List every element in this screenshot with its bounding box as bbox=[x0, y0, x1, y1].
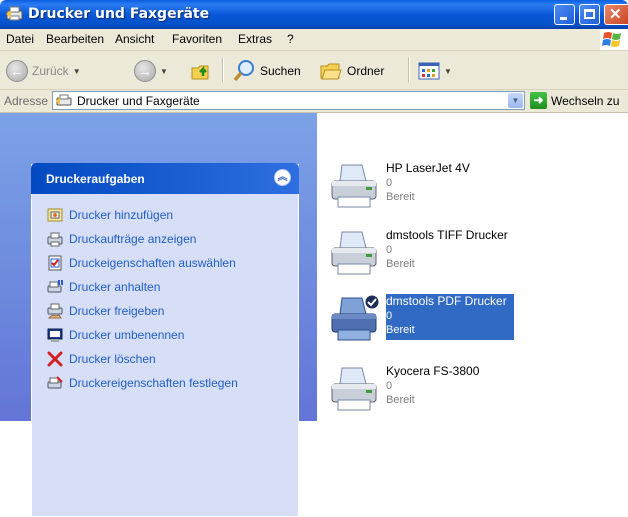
print-preferences-icon bbox=[48, 255, 62, 271]
printer-tasks-title: Druckeraufgaben bbox=[46, 172, 145, 186]
task-label: Drucker hinzufügen bbox=[69, 208, 174, 222]
go-label: Wechseln zu bbox=[551, 93, 620, 108]
task-rename-printer[interactable]: Drucker umbenennen bbox=[47, 327, 184, 343]
go-button[interactable]: ➜ Wechseln zu bbox=[530, 92, 619, 109]
task-label: Drucker löschen bbox=[69, 352, 156, 366]
printer-icon bbox=[331, 367, 377, 411]
folders-icon bbox=[320, 63, 342, 80]
task-label: Drucker freigeben bbox=[69, 304, 165, 318]
menu-bearbeiten[interactable]: Bearbeiten bbox=[46, 32, 104, 46]
printer-name: dmstools TIFF Drucker bbox=[386, 228, 508, 242]
title-bar[interactable]: Drucker und Faxgeräte ✕ bbox=[0, 0, 628, 29]
share-printer-icon bbox=[47, 303, 63, 319]
task-label: Drucker umbenennen bbox=[69, 328, 185, 342]
back-arrow-icon: ← bbox=[6, 60, 28, 82]
printer-folder-icon bbox=[6, 6, 23, 21]
menu-favoriten[interactable]: Favoriten bbox=[172, 32, 222, 46]
forward-button[interactable]: → ▼ bbox=[134, 59, 168, 83]
delete-icon bbox=[47, 351, 63, 367]
pause-printer-icon bbox=[47, 280, 63, 293]
back-button[interactable]: ← Zurück ▼ bbox=[6, 59, 81, 83]
menu-datei[interactable]: Datei bbox=[6, 32, 34, 46]
maximize-button[interactable] bbox=[579, 4, 600, 25]
views-button[interactable]: ▼ bbox=[418, 59, 452, 83]
windows-flag-icon bbox=[602, 32, 621, 47]
window-title: Drucker und Faxgeräte bbox=[28, 6, 210, 22]
menu-help[interactable]: ? bbox=[287, 32, 294, 46]
task-pause-printer[interactable]: Drucker anhalten bbox=[47, 279, 160, 295]
task-delete-printer[interactable]: Drucker löschen bbox=[47, 351, 156, 367]
windows-logo bbox=[600, 29, 628, 50]
address-value: Drucker und Faxgeräte bbox=[77, 94, 200, 108]
task-label: Druckereigenschaften festlegen bbox=[69, 376, 238, 390]
address-dropdown-icon[interactable]: ▼ bbox=[508, 93, 523, 108]
printer-status: Bereit bbox=[386, 258, 415, 270]
task-label: Drucker anhalten bbox=[69, 280, 161, 294]
up-folder-button[interactable] bbox=[190, 59, 212, 83]
print-jobs-icon bbox=[47, 232, 63, 247]
rename-printer-icon bbox=[47, 328, 63, 342]
close-button[interactable]: ✕ bbox=[604, 4, 628, 25]
task-show-jobs[interactable]: Druckaufträge anzeigen bbox=[47, 231, 196, 247]
back-label: Zurück bbox=[32, 64, 69, 78]
task-share-printer[interactable]: Drucker freigeben bbox=[47, 303, 164, 319]
up-folder-icon bbox=[191, 65, 209, 80]
add-printer-icon bbox=[47, 208, 63, 222]
forward-dropdown-icon[interactable]: ▼ bbox=[160, 67, 168, 76]
printer-status: Bereit bbox=[386, 324, 415, 336]
address-bar: Adresse Drucker und Faxgeräte ▼ ➜ Wechse… bbox=[0, 90, 628, 113]
minimize-button[interactable] bbox=[554, 4, 575, 25]
printer-name: HP LaserJet 4V bbox=[386, 161, 470, 175]
views-icon bbox=[418, 62, 440, 80]
menu-extras[interactable]: Extras bbox=[238, 32, 272, 46]
close-icon: ✕ bbox=[609, 6, 622, 23]
toolbar: ← Zurück ▼ → ▼ Suchen Ordner ▼ bbox=[0, 51, 628, 90]
address-input[interactable]: Drucker und Faxgeräte ▼ bbox=[52, 91, 525, 110]
printer-status: Bereit bbox=[386, 191, 415, 203]
task-label: Druckeigenschaften auswählen bbox=[69, 256, 236, 270]
address-label: Adresse bbox=[4, 94, 49, 108]
search-label: Suchen bbox=[260, 64, 301, 78]
printer-item-selected[interactable]: dmstools PDF Drucker 0 Bereit bbox=[328, 294, 618, 360]
printer-item[interactable]: HP LaserJet 4V 0 Bereit bbox=[328, 161, 618, 227]
printer-name: dmstools PDF Drucker bbox=[386, 294, 507, 308]
back-dropdown-icon[interactable]: ▼ bbox=[73, 67, 81, 76]
printer-properties-icon bbox=[47, 376, 63, 389]
menu-bar: Datei Bearbeiten Ansicht Favoriten Extra… bbox=[0, 29, 628, 51]
printer-job-count: 0 bbox=[386, 244, 393, 256]
printer-icon bbox=[331, 231, 377, 275]
folders-label: Ordner bbox=[347, 64, 385, 78]
printer-icon bbox=[331, 294, 380, 341]
printer-icon bbox=[331, 164, 377, 208]
search-button[interactable]: Suchen bbox=[232, 59, 301, 83]
task-label: Druckaufträge anzeigen bbox=[69, 232, 197, 246]
printer-status: Bereit bbox=[386, 394, 415, 406]
printer-name: Kyocera FS-3800 bbox=[386, 364, 480, 378]
search-icon bbox=[233, 60, 254, 82]
printer-job-count: 0 bbox=[386, 310, 393, 322]
task-add-printer[interactable]: Drucker hinzufügen bbox=[47, 207, 173, 223]
views-dropdown-icon[interactable]: ▼ bbox=[444, 67, 452, 76]
printer-item[interactable]: Kyocera FS-3800 0 Bereit bbox=[328, 364, 618, 430]
folders-button[interactable]: Ordner bbox=[319, 59, 384, 83]
task-printer-properties[interactable]: Druckereigenschaften festlegen bbox=[47, 375, 238, 391]
printer-tasks-header[interactable]: Druckeraufgaben ︽ bbox=[31, 163, 299, 194]
printer-item[interactable]: dmstools TIFF Drucker 0 Bereit bbox=[328, 228, 618, 294]
menu-ansicht[interactable]: Ansicht bbox=[115, 32, 154, 46]
printer-job-count: 0 bbox=[386, 380, 393, 392]
printer-job-count: 0 bbox=[386, 177, 393, 189]
task-print-preferences[interactable]: Druckeigenschaften auswählen bbox=[47, 255, 236, 271]
go-arrow-icon: ➜ bbox=[530, 92, 547, 109]
printer-folder-icon bbox=[56, 94, 72, 106]
forward-arrow-icon: → bbox=[134, 60, 156, 82]
collapse-chevron-icon[interactable]: ︽ bbox=[274, 169, 291, 186]
